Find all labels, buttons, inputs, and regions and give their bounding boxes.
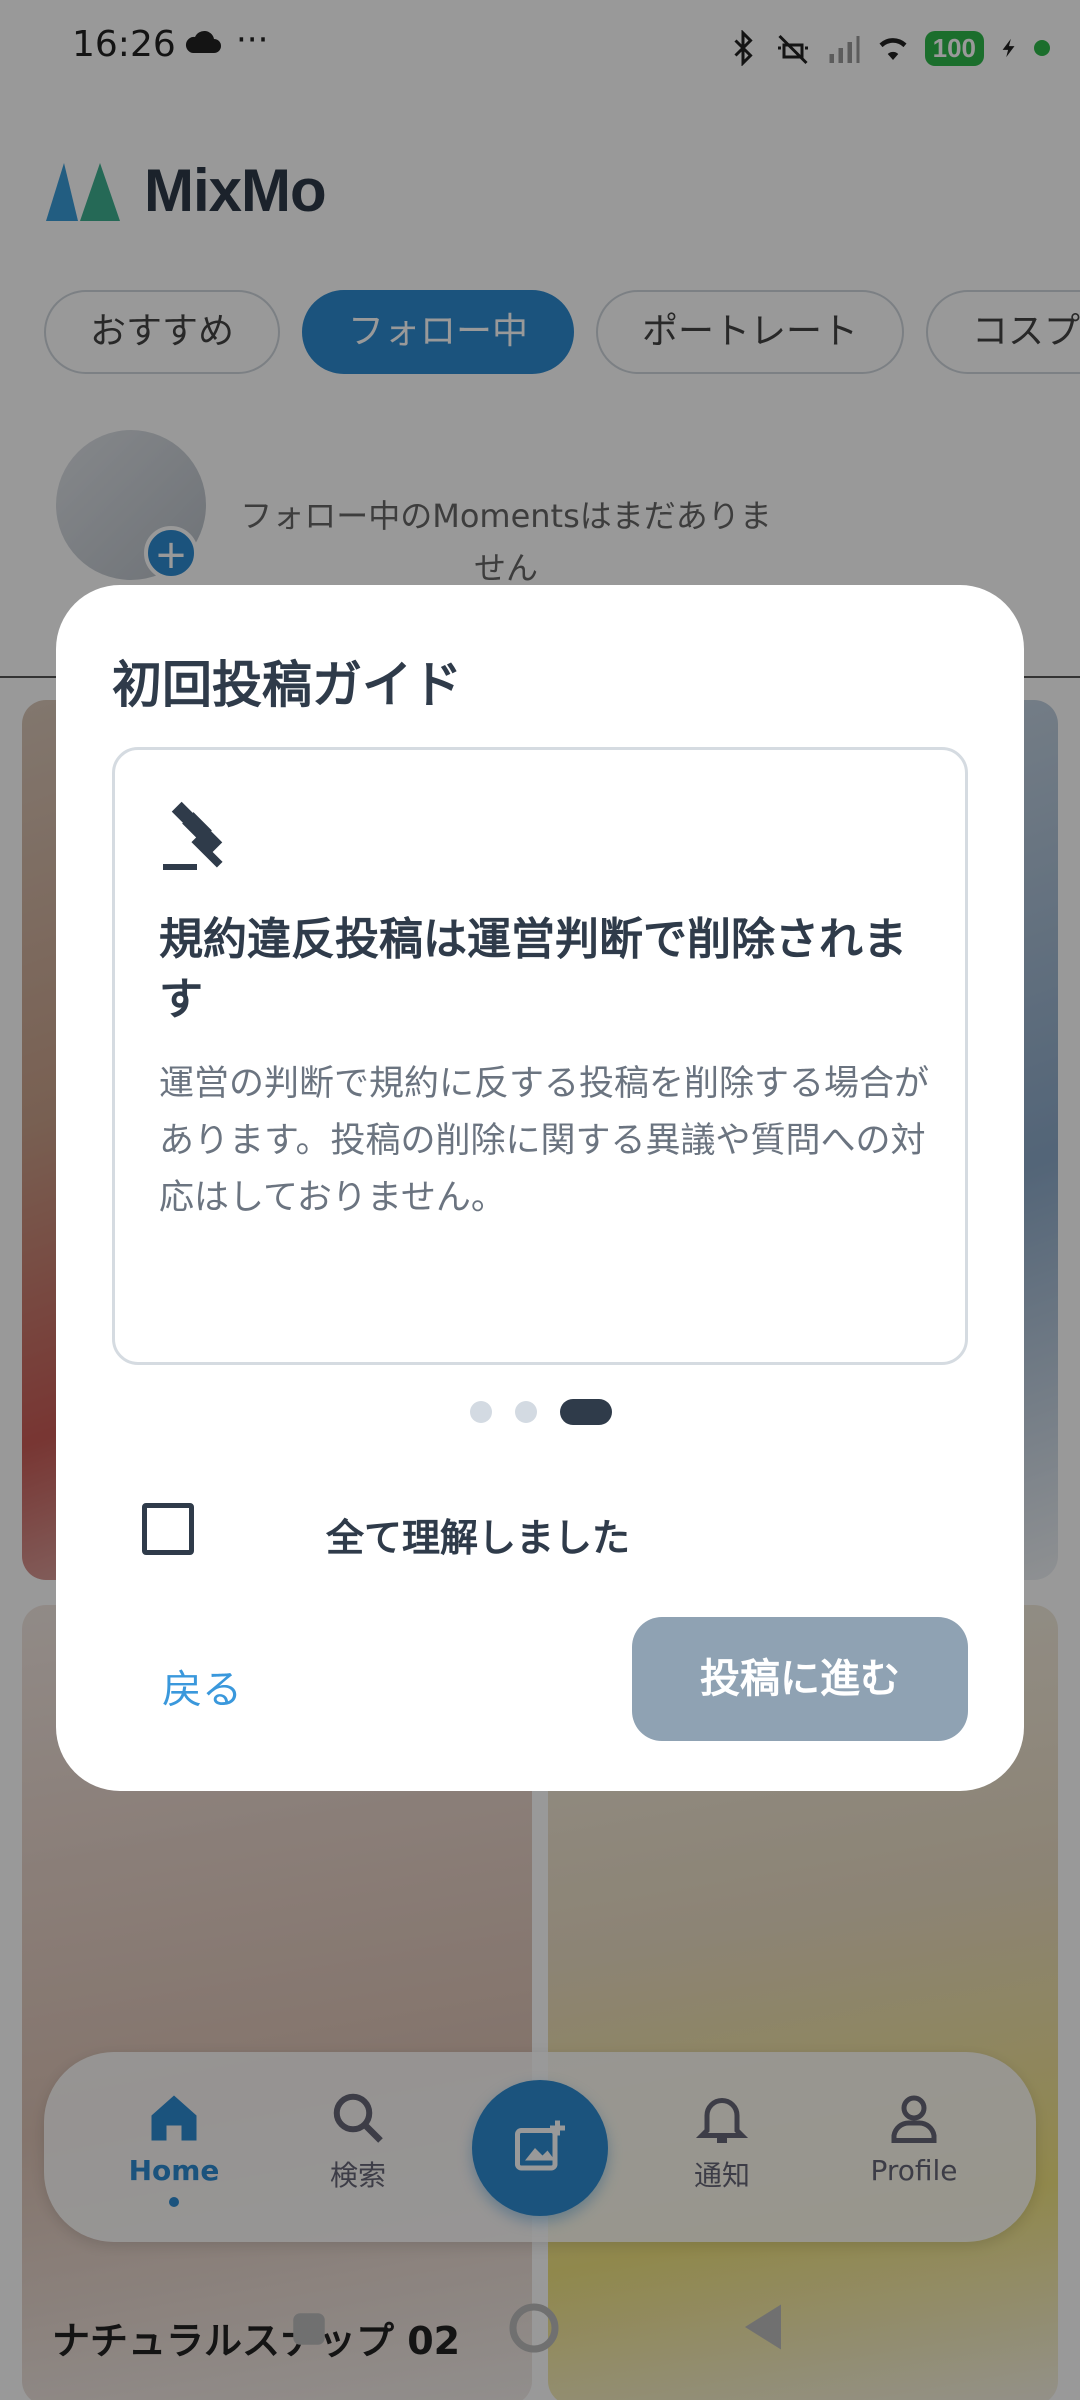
page-dot[interactable] [515, 1401, 537, 1423]
back-button[interactable]: 戻る [162, 1657, 242, 1715]
first-post-guide-dialog: 初回投稿ガイド 規約違反投稿は運営判断で削除されます 運営の判断で規約に反する投… [56, 585, 1024, 1791]
proceed-to-post-button[interactable]: 投稿に進む [632, 1617, 968, 1741]
dialog-title: 初回投稿ガイド [112, 656, 462, 714]
agree-row[interactable]: 全て理解しました [142, 1493, 942, 1563]
guide-page-card[interactable]: 規約違反投稿は運営判断で削除されます 運営の判断で規約に反する投稿を削除する場合… [112, 747, 968, 1365]
page-indicator [56, 1397, 1024, 1427]
page-dot[interactable] [470, 1401, 492, 1423]
guide-body: 運営の判断で規約に反する投稿を削除する場合があります。投稿の削除に関する異議や質… [159, 1064, 930, 1218]
agree-label[interactable]: 全て理解しました [326, 1507, 630, 1562]
agree-checkbox[interactable] [142, 1503, 194, 1555]
page-dot-active[interactable] [560, 1399, 612, 1425]
guide-heading: 規約違反投稿は運営判断で削除されます [159, 914, 907, 1025]
gavel-icon [163, 801, 223, 870]
